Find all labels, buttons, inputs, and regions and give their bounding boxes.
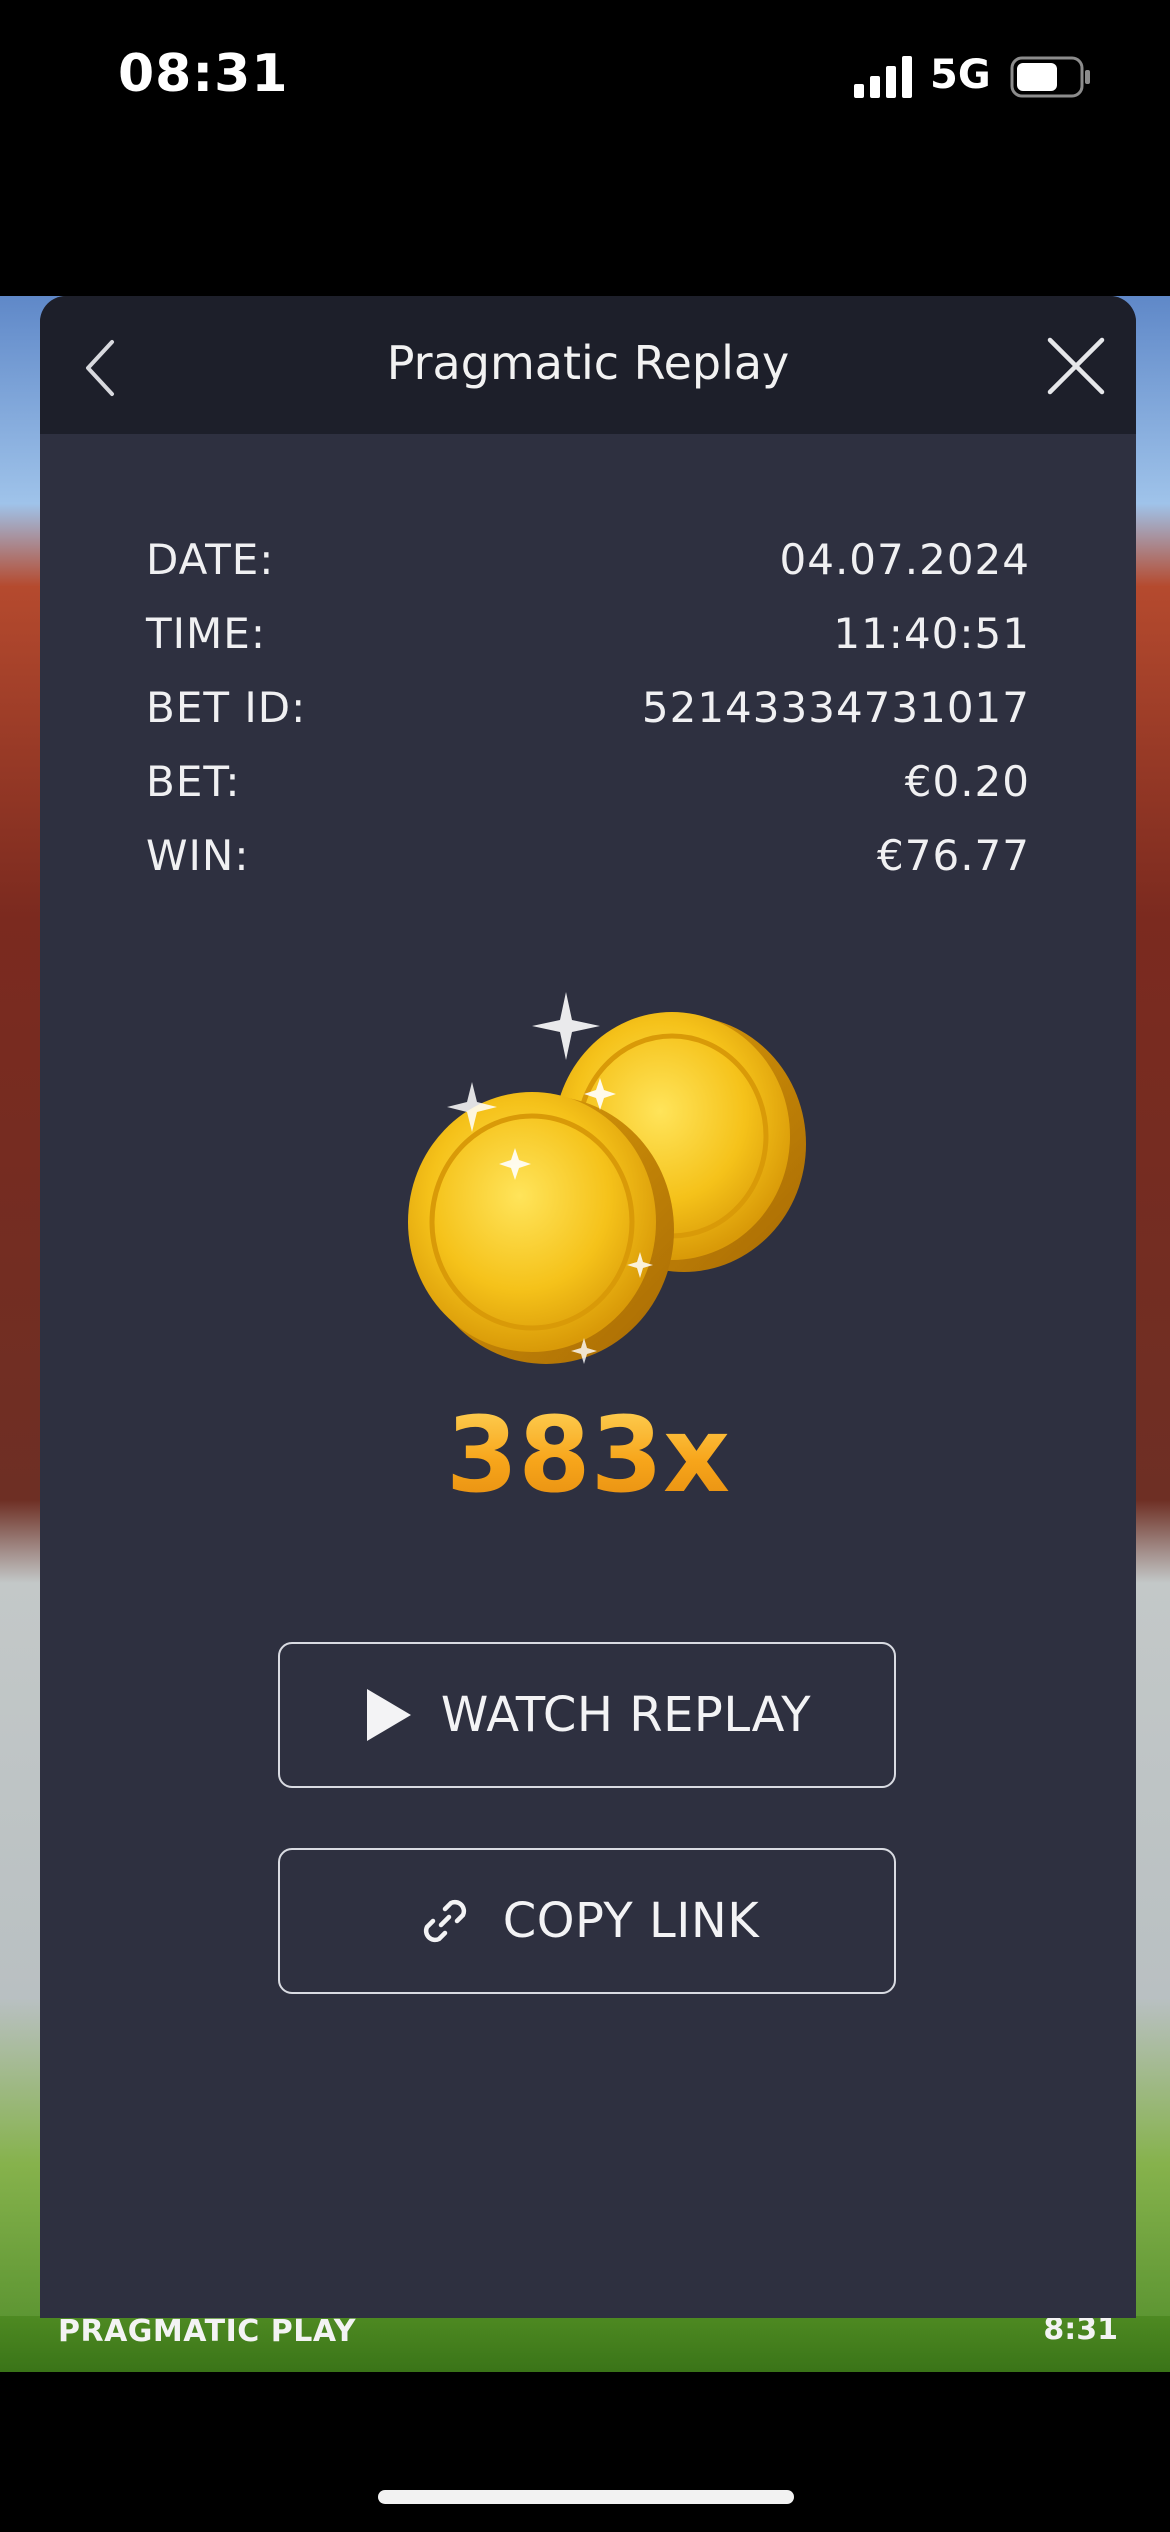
detail-row-time: TIME: 11:40:51 [146,596,1030,670]
bet-id-label: BET ID: [146,682,307,732]
play-icon [363,1687,413,1743]
time-label: TIME: [146,608,266,658]
copy-link-button[interactable]: COPY LINK [278,1848,896,1994]
close-icon [1047,337,1105,395]
status-time: 08:31 [118,44,289,104]
time-value: 11:40:51 [833,608,1030,658]
detail-row-date: DATE: 04.07.2024 [146,522,1030,596]
win-multiplier: 383x [40,1394,1136,1516]
win-value: €76.77 [877,830,1030,880]
date-value: 04.07.2024 [779,534,1030,584]
bet-label: BET: [146,756,241,806]
bet-id-value: 52143334731017 [641,682,1030,732]
copy-link-label: COPY LINK [502,1893,760,1949]
close-button[interactable] [1038,328,1114,404]
bet-details: DATE: 04.07.2024 TIME: 11:40:51 BET ID: … [146,522,1030,892]
home-indicator[interactable] [378,2490,794,2504]
provider-brand: PRAGMATIC PLAY [58,2314,356,2349]
watch-replay-label: WATCH REPLAY [440,1687,812,1743]
link-icon [415,1891,475,1951]
network-label: 5G [930,52,991,98]
date-label: DATE: [146,534,275,584]
modal-title: Pragmatic Replay [386,336,790,390]
modal-header: Pragmatic Replay [40,296,1136,434]
watch-replay-button[interactable]: WATCH REPLAY [278,1642,896,1788]
status-bar: 08:31 5G [0,0,1170,160]
battery-icon [1010,56,1090,98]
bet-value: €0.20 [904,756,1030,806]
replay-modal: Pragmatic Replay DATE: 04.07.2024 TIME: … [40,296,1136,2318]
signal-bars-icon [854,56,912,98]
gold-coins-icon [408,992,806,1364]
detail-row-bet: BET: €0.20 [146,744,1030,818]
detail-row-bet-id: BET ID: 52143334731017 [146,670,1030,744]
detail-row-win: WIN: €76.77 [146,818,1030,892]
win-label: WIN: [146,830,250,880]
